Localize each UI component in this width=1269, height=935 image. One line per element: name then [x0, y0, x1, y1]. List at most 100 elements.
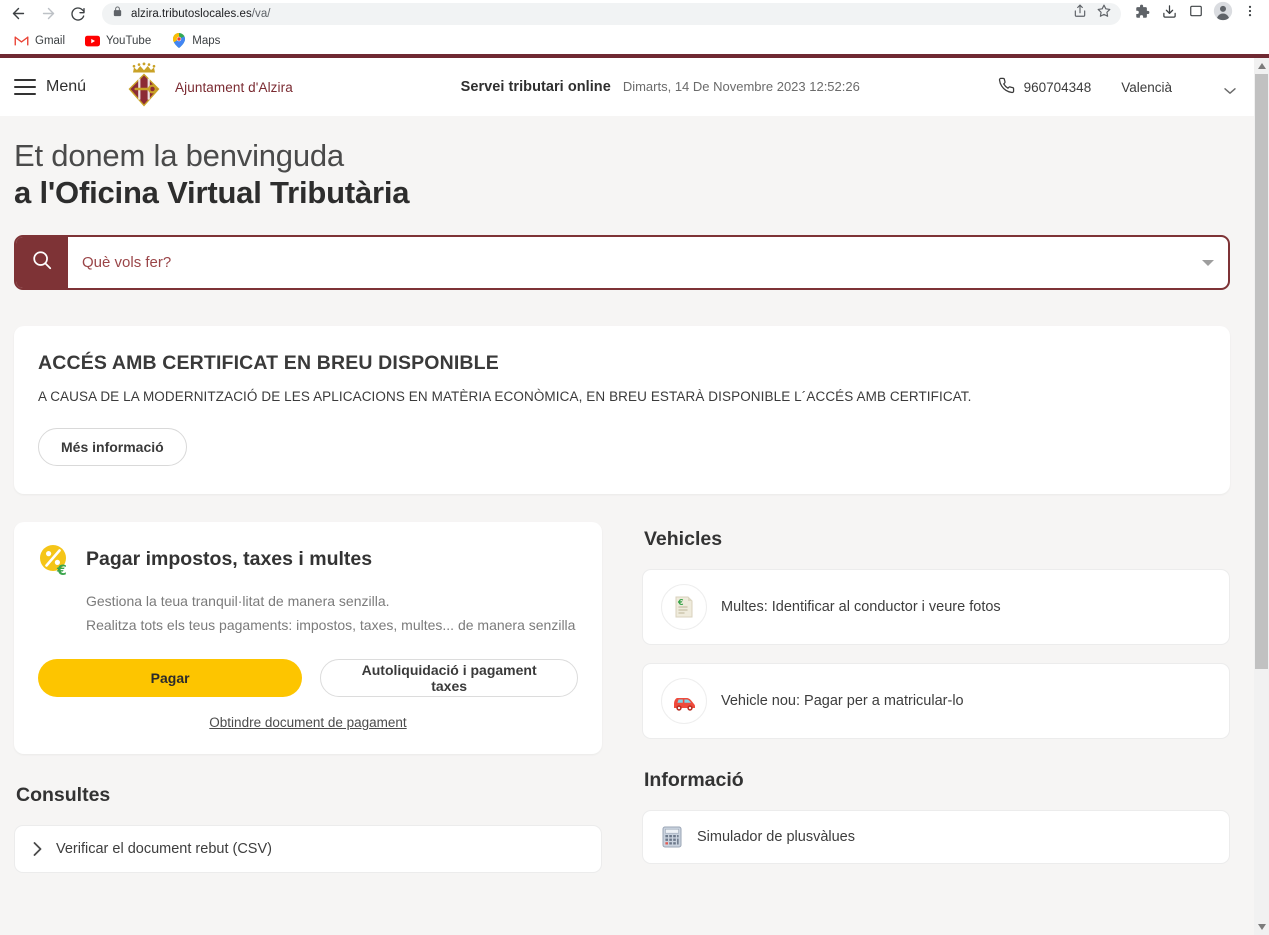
main-content: ACCÉS AMB CERTIFICAT EN BREU DISPONIBLE …	[0, 290, 1254, 873]
puzzle-icon	[1135, 4, 1150, 24]
vehicles-item-label: Vehicle nou: Pagar per a matricular-lo	[721, 693, 964, 709]
side-panel-button[interactable]	[1183, 1, 1209, 27]
search-dropdown-toggle[interactable]	[1188, 237, 1228, 288]
download-icon	[1162, 4, 1177, 24]
more-info-button[interactable]: Més informació	[38, 428, 187, 466]
address-bar[interactable]: alzira.tributoslocales.es/va/	[102, 3, 1121, 25]
phone-icon	[998, 77, 1015, 97]
search-section	[0, 211, 1254, 290]
pagar-button[interactable]: Pagar	[38, 659, 302, 697]
vehicles-item-vehicle-nou[interactable]: Vehicle nou: Pagar per a matricular-lo	[642, 663, 1230, 739]
share-icon[interactable]	[1073, 4, 1087, 23]
autoliquidacio-button[interactable]: Autoliquidació i pagament taxes	[320, 659, 578, 697]
reload-button[interactable]	[64, 0, 92, 28]
pay-taxes-card: € Pagar impostos, taxes i multes Gestion…	[14, 522, 602, 754]
google-maps-icon	[171, 33, 186, 48]
page-scroll-area: Menú	[0, 58, 1254, 935]
browser-menu-button[interactable]	[1237, 1, 1263, 27]
lock-icon	[112, 5, 123, 23]
youtube-icon	[85, 33, 100, 48]
back-arrow-icon	[10, 5, 27, 22]
browser-action-icons	[1129, 1, 1263, 27]
brand-name: Ajuntament d'Alzira	[175, 80, 293, 95]
search-input[interactable]	[82, 254, 1188, 271]
profile-button[interactable]	[1210, 1, 1236, 27]
search-field[interactable]	[68, 237, 1188, 288]
consultes-section: Consultes Verificar el document rebut (C…	[14, 784, 602, 873]
informacio-section: Informació	[642, 769, 1230, 864]
fine-document-icon: €	[661, 584, 707, 630]
caret-down-icon	[1202, 260, 1214, 266]
alzira-coat-of-arms-icon	[122, 61, 166, 114]
back-button[interactable]	[4, 0, 32, 28]
vehicles-title: Vehicles	[644, 528, 1230, 551]
pay-card-header: € Pagar impostos, taxes i multes	[38, 544, 578, 583]
consultes-item-csv[interactable]: Verificar el document rebut (CSV)	[14, 825, 602, 873]
informacio-item-label: Simulador de plusvàlues	[697, 829, 855, 845]
page-title-line1: Et donem la benvinguda	[14, 138, 1236, 175]
downloads-button[interactable]	[1156, 1, 1182, 27]
scroll-up-arrow[interactable]	[1254, 58, 1269, 74]
search-button[interactable]	[16, 237, 68, 288]
pay-card-line2: Realitza tots els teus pagaments: impost…	[86, 617, 575, 633]
pay-card-line1: Gestiona la teua tranquil·litat de maner…	[86, 593, 390, 609]
vehicles-item-multes[interactable]: € Multes: Identificar al conductor i veu…	[642, 569, 1230, 645]
pay-card-actions: Pagar Autoliquidació i pagament taxes	[38, 659, 578, 697]
bookmark-label: Maps	[192, 35, 220, 47]
hamburger-icon	[14, 79, 36, 95]
vehicles-item-label: Multes: Identificar al conductor i veure…	[721, 599, 1001, 615]
bookmarks-bar: Gmail YouTube Maps	[0, 27, 1269, 54]
consultes-item-label: Verificar el document rebut (CSV)	[56, 841, 272, 857]
svg-text:€: €	[56, 563, 67, 578]
bookmark-youtube[interactable]: YouTube	[77, 30, 159, 51]
menu-label: Menú	[46, 78, 86, 96]
scrollbar-thumb[interactable]	[1255, 74, 1268, 669]
brand-logo-link[interactable]: Ajuntament d'Alzira	[122, 61, 293, 114]
browser-toolbar: alzira.tributoslocales.es/va/	[0, 0, 1269, 27]
search-icon	[31, 249, 53, 276]
current-datetime: Dimarts, 14 De Novembre 2023 12:52:26	[623, 79, 860, 94]
bookmark-maps[interactable]: Maps	[163, 30, 228, 51]
extensions-button[interactable]	[1129, 1, 1155, 27]
consultes-title: Consultes	[16, 784, 602, 807]
gmail-icon	[14, 33, 29, 48]
two-column-layout: € Pagar impostos, taxes i multes Gestion…	[14, 522, 1230, 873]
language-label: Valencià	[1121, 80, 1172, 95]
phone-link[interactable]: 960704348	[998, 77, 1092, 97]
browser-chrome: alzira.tributoslocales.es/va/	[0, 0, 1269, 54]
header-right: 960704348 Valencià	[998, 77, 1236, 97]
forward-arrow-icon	[40, 5, 57, 22]
profile-avatar-icon	[1213, 1, 1233, 26]
page-title-line2: a l'Oficina Virtual Tributària	[14, 175, 1236, 212]
right-column: Vehicles €	[642, 522, 1230, 864]
service-title: Servei tributari online	[461, 79, 611, 95]
left-column: € Pagar impostos, taxes i multes Gestion…	[14, 522, 602, 873]
car-icon	[661, 678, 707, 724]
percent-euro-icon: €	[38, 544, 72, 583]
notice-title: ACCÉS AMB CERTIFICAT EN BREU DISPONIBLE	[38, 352, 1206, 375]
pay-card-description: Gestiona la teua tranquil·litat de maner…	[86, 589, 578, 637]
page-viewport: Menú	[0, 54, 1269, 935]
scroll-down-arrow[interactable]	[1254, 919, 1269, 935]
chevron-down-icon	[1224, 83, 1236, 91]
menu-button[interactable]: Menú	[14, 78, 86, 96]
svg-text:€: €	[677, 598, 684, 607]
page-title: Et donem la benvinguda a l'Oficina Virtu…	[14, 138, 1236, 211]
phone-number: 960704348	[1024, 80, 1092, 95]
side-panel-icon	[1189, 4, 1203, 23]
bookmark-label: Gmail	[35, 35, 65, 47]
obtain-payment-document-link[interactable]: Obtindre document de pagament	[38, 715, 578, 730]
bookmark-gmail[interactable]: Gmail	[6, 30, 73, 51]
calculator-icon	[661, 826, 683, 848]
header-service-info: Servei tributari online Dimarts, 14 De N…	[323, 79, 998, 95]
search-bar[interactable]	[14, 235, 1230, 290]
page-scrollbar[interactable]	[1254, 58, 1269, 935]
pay-card-title: Pagar impostos, taxes i multes	[86, 544, 372, 571]
chevron-right-icon	[33, 842, 42, 856]
language-selector[interactable]: Valencià	[1121, 80, 1236, 95]
address-bar-text: alzira.tributoslocales.es/va/	[131, 8, 271, 20]
forward-button[interactable]	[34, 0, 62, 28]
bookmark-star-icon[interactable]	[1097, 4, 1111, 23]
bookmark-label: YouTube	[106, 35, 151, 47]
informacio-item-simulador[interactable]: Simulador de plusvàlues	[642, 810, 1230, 864]
